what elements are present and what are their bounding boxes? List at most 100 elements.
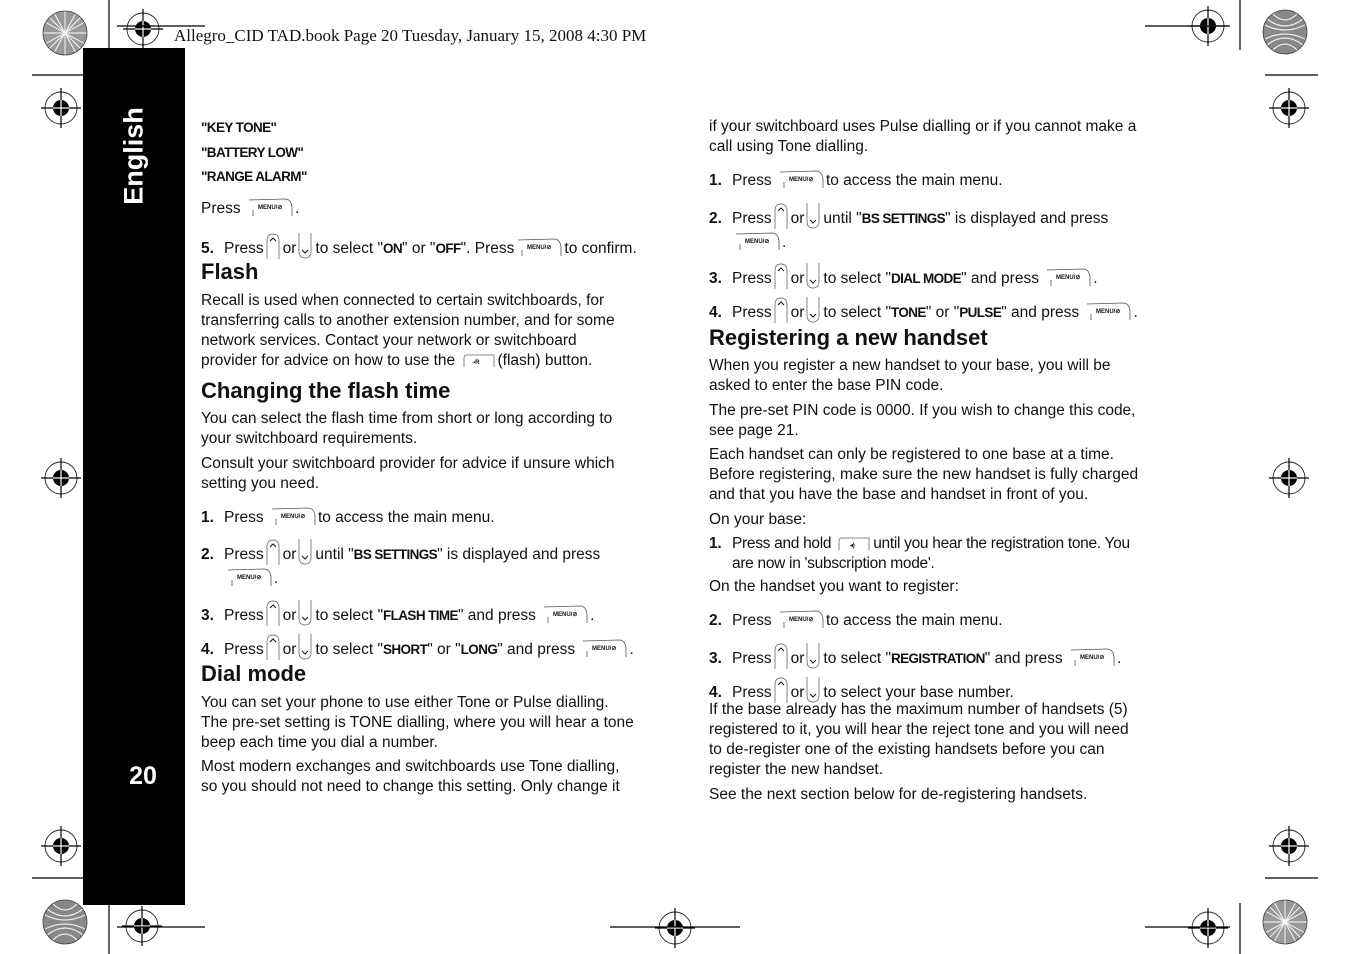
text: Press — [732, 612, 772, 629]
text: ". Press — [460, 240, 515, 257]
register-p3: Each handset can only be registered to o… — [709, 445, 1169, 505]
menu-key-icon — [778, 169, 824, 189]
text-line: are now in 'subscription mode'. — [732, 555, 935, 572]
text: to access the main menu. — [825, 612, 1003, 629]
text: Press — [224, 509, 264, 526]
text: or — [790, 304, 805, 321]
text-line: transferring calls to another extension … — [201, 312, 615, 329]
flash-step-4: 4. Press or to select "SHORT" or "LONG" and… — [201, 634, 661, 660]
keyword: TONE — [890, 305, 926, 320]
text: Press — [224, 546, 264, 563]
text: Press — [732, 270, 772, 287]
text: Press and hold — [732, 535, 832, 552]
text: " is displayed and press — [945, 210, 1109, 227]
text-line: The pre-set PIN code is 0000. If you wis… — [709, 402, 1136, 419]
dial-step-3: 3. Press or to select "DIAL MODE" and press… — [709, 263, 1169, 289]
up-arrow-key-icon — [774, 643, 788, 669]
text: " and press — [457, 607, 536, 624]
menu-key-icon — [778, 609, 824, 629]
step-number: 3. — [709, 650, 722, 667]
dial-step-2: 2. Press or until "BS SETTINGS" is displaye… — [709, 203, 1169, 253]
up-arrow-key-icon — [774, 203, 788, 229]
text: to access the main menu. — [825, 172, 1003, 189]
text: to select " — [823, 304, 891, 321]
text-line: register the new handset. — [709, 761, 884, 778]
press-line: Press . — [201, 197, 661, 219]
down-arrow-key-icon — [298, 539, 312, 565]
text: " and press — [1001, 304, 1080, 321]
text-line: beep each time you dial a number. — [201, 734, 438, 751]
text-line: setting you need. — [201, 475, 320, 492]
text-line: if your switchboard uses Pulse dialling … — [709, 118, 1137, 135]
menu-key-icon — [1069, 647, 1115, 667]
flash-time-p1: You can select the flash time from short… — [201, 409, 661, 449]
text: " or " — [925, 304, 960, 321]
text-line: network services. Contact your network o… — [201, 332, 577, 349]
heading-flash: Flash — [201, 259, 259, 284]
text-line: and that you have the base and handset i… — [709, 486, 1089, 503]
step-number: 4. — [201, 641, 214, 658]
text-line: If the base already has the maximum numb… — [709, 701, 1128, 718]
menu-key-icon — [247, 197, 293, 217]
keyword: BS SETTINGS — [861, 211, 946, 226]
keyword: OFF — [435, 241, 461, 256]
up-arrow-key-icon — [266, 634, 280, 660]
down-arrow-key-icon — [298, 233, 312, 259]
text: until you hear the registration tone. Yo… — [873, 535, 1130, 552]
text: Press — [732, 304, 772, 321]
text: Press — [732, 172, 772, 189]
flash-step-3: 3. Press or to select "FLASH TIME" and pres… — [201, 600, 661, 626]
step-number: 5. — [201, 240, 214, 257]
text: " and press — [984, 650, 1063, 667]
text-line: You can select the flash time from short… — [201, 410, 613, 427]
paging-key-icon — [837, 535, 871, 551]
menu-key-icon — [1045, 267, 1091, 287]
text: to select " — [315, 641, 383, 658]
text: Press — [224, 607, 264, 624]
step-number: 3. — [709, 270, 722, 287]
menu-key-icon — [1085, 301, 1131, 321]
text: " is displayed and press — [437, 546, 601, 563]
text: Press — [732, 684, 772, 701]
text-line: Recall is used when connected to certain… — [201, 292, 605, 309]
step-number: 1. — [709, 535, 722, 552]
down-arrow-key-icon — [806, 297, 820, 323]
dial-step-1: 1. Press to access the main menu. — [709, 169, 1169, 191]
text-line: your switchboard requirements. — [201, 430, 418, 447]
step-number: 2. — [709, 210, 722, 227]
text: until " — [823, 210, 862, 227]
up-arrow-key-icon — [266, 539, 280, 565]
text-line: provider for advice on how to use the (f… — [201, 351, 661, 371]
text: " and press — [497, 641, 576, 658]
down-arrow-key-icon — [806, 263, 820, 289]
text: or — [790, 684, 805, 701]
step-5: 5. Press or to select "ON" or "OFF". Press t… — [201, 233, 661, 259]
menu-key-icon — [270, 506, 316, 526]
text: or — [790, 650, 805, 667]
keyword: FLASH TIME — [382, 608, 459, 623]
text: to select " — [315, 607, 383, 624]
menu-key-icon — [516, 237, 562, 257]
text-line: Each handset can only be registered to o… — [709, 446, 1114, 463]
text: " or " — [402, 240, 436, 257]
on-the-handset: On the handset you want to register: — [709, 578, 959, 595]
flash-step-2: 2. Press or until "BS SETTINGS" is displaye… — [201, 539, 661, 589]
option-battery-low: "BATTERY LOW" — [201, 145, 304, 160]
down-arrow-key-icon — [806, 643, 820, 669]
up-arrow-key-icon — [266, 600, 280, 626]
text: to select your base number. — [823, 684, 1014, 701]
text: or — [282, 240, 297, 257]
flash-key-icon — [462, 352, 496, 368]
text: Press — [201, 200, 241, 217]
step-number: 1. — [709, 172, 722, 189]
text-line: Most modern exchanges and switchboards u… — [201, 758, 620, 775]
step-number: 3. — [201, 607, 214, 624]
text: to select " — [823, 270, 891, 287]
text: Press — [732, 650, 772, 667]
dial-mode-continued: if your switchboard uses Pulse dialling … — [709, 117, 1169, 157]
heading-changing-flash-time: Changing the flash time — [201, 378, 451, 403]
menu-key-icon — [226, 567, 272, 587]
option-key-tone: "KEY TONE" — [201, 120, 277, 135]
text: or — [282, 641, 297, 658]
keyword: LONG — [460, 642, 498, 657]
